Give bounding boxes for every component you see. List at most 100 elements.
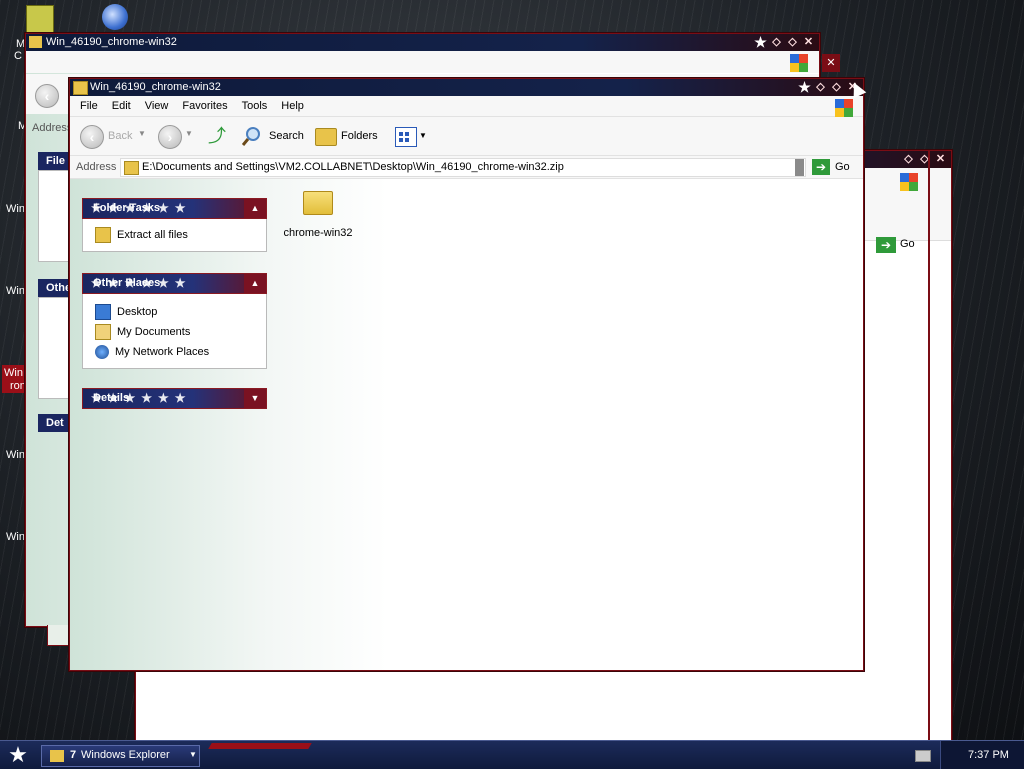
views-icon[interactable] <box>395 127 417 147</box>
menu-favorites[interactable]: Favorites <box>182 100 227 112</box>
window-edge <box>928 150 930 740</box>
star-icon: ★ <box>798 79 811 95</box>
details-panel: ★★★★★★ Details ▼ <box>82 388 267 409</box>
search-icon <box>241 126 262 146</box>
desktop-icon-label: Win <box>6 285 25 297</box>
task-link[interactable]: Extract all files <box>95 225 266 245</box>
windows-logo-icon <box>900 173 918 191</box>
folder-icon <box>73 81 88 95</box>
minimize-icon[interactable]: ◇ <box>902 153 915 166</box>
group-label: Windows Explorer <box>81 749 170 761</box>
menu-edit[interactable]: Edit <box>112 100 131 112</box>
flag-decoration <box>208 743 312 749</box>
desktop-icon-label: Win <box>6 531 25 543</box>
go-arrow-icon[interactable]: ➔ <box>812 159 830 175</box>
windows-logo-icon <box>790 54 808 72</box>
panel-title: Othe <box>46 282 72 294</box>
go-arrow-icon[interactable]: ➔ <box>876 237 896 253</box>
window-titlebar[interactable]: Win_46190_chrome-win32 ★ ◇ ◇ ✕ <box>70 79 863 96</box>
folder-icon <box>303 191 333 215</box>
network-places-icon <box>95 345 109 359</box>
place-label: My Documents <box>117 326 191 338</box>
minimize-icon[interactable]: ◇ <box>770 36 783 49</box>
up-folder-icon[interactable]: ⤴ <box>207 126 227 146</box>
panel-header[interactable]: ★★★★★★ Other Places ▲ <box>82 273 267 294</box>
panel-title: Details <box>93 392 130 404</box>
panel-header[interactable]: ★★★★★★ Folder Tasks ▲ <box>82 198 267 219</box>
place-link[interactable]: My Network Places <box>95 342 266 362</box>
clock[interactable]: 7:37 PM <box>968 749 1009 761</box>
explorer-window[interactable]: Win_46190_chrome-win32 ★ ◇ ◇ ✕ File Edit… <box>69 78 864 671</box>
place-label: My Network Places <box>115 346 210 358</box>
chrome-shortcut-icon[interactable] <box>102 4 128 30</box>
keyboard-tray-icon[interactable] <box>915 750 931 762</box>
menu-help[interactable]: Help <box>281 100 304 112</box>
forward-arrow-icon[interactable]: › <box>158 125 182 149</box>
close-icon[interactable]: ✕ <box>934 153 947 166</box>
panel-body: Extract all files <box>82 219 267 252</box>
folder-icon <box>50 750 64 762</box>
go-button[interactable]: Go <box>835 161 850 173</box>
panel-body: Desktop My Documents My Network Places <box>82 294 267 369</box>
desktop-icon-label: M <box>16 38 26 50</box>
panel-title: Folder Tasks <box>93 202 161 214</box>
taskbar-group-windows-explorer[interactable]: 7 Windows Explorer ▼ <box>41 745 200 767</box>
maximize-icon[interactable]: ◇ <box>830 81 843 94</box>
other-places-panel: ★★★★★★ Other Places ▲ Desktop My Documen… <box>82 273 267 369</box>
desktop-icon <box>95 304 111 320</box>
window-titlebar[interactable]: Win_46190_chrome-win32 ★ ◇ ◇ ✕ <box>26 34 819 51</box>
back-arrow-icon[interactable]: ‹ <box>80 125 104 149</box>
expand-icon[interactable]: ▼ <box>244 389 266 408</box>
menu-file[interactable]: File <box>80 100 98 112</box>
collapse-icon[interactable]: ▲ <box>244 274 266 293</box>
back-arrow-icon[interactable]: ‹ <box>35 84 59 108</box>
desktop-icon-label: ron <box>10 380 26 392</box>
maximize-icon[interactable]: ◇ <box>786 36 799 49</box>
address-input[interactable]: E:\Documents and Settings\VM2.COLLABNET\… <box>120 158 806 177</box>
file-item[interactable]: chrome-win32 <box>278 191 358 239</box>
collapse-icon[interactable]: ▲ <box>244 199 266 218</box>
address-dropdown-handle[interactable] <box>795 159 804 176</box>
menu-area <box>26 51 819 73</box>
place-link[interactable]: Desktop <box>95 302 266 322</box>
desktop-shortcut-icon[interactable] <box>26 5 54 33</box>
back-button[interactable]: Back <box>108 130 132 142</box>
chevron-down-icon[interactable]: ▼ <box>185 129 193 138</box>
chevron-down-icon[interactable]: ▼ <box>419 131 427 140</box>
desktop-icon-label: Win <box>4 367 23 379</box>
minimize-icon[interactable]: ◇ <box>814 81 827 94</box>
windows-logo-icon <box>835 99 853 117</box>
toolbar: ‹ Back ▼ › ▼ ⤴ Search Folders ▼ <box>70 117 863 156</box>
group-count: 7 <box>70 749 77 761</box>
chevron-down-icon: ▼ <box>189 750 197 759</box>
menu-view[interactable]: View <box>145 100 169 112</box>
folder-icon <box>29 36 42 48</box>
close-icon[interactable]: ✕ <box>802 36 815 49</box>
desktop-icon-label: Win <box>6 449 25 461</box>
address-bar: Address E:\Documents and Settings\VM2.CO… <box>70 156 863 179</box>
chevron-down-icon[interactable]: ▼ <box>138 129 146 138</box>
panel-title: Other Places <box>93 277 161 289</box>
zip-folder-icon <box>124 161 139 175</box>
go-button[interactable]: Go <box>900 238 915 250</box>
taskbar: ★ 7 Windows Explorer ▼ 7:37 PM <box>0 740 1024 769</box>
desktop-icon-label: Win <box>6 203 25 215</box>
address-label: Address <box>76 161 117 173</box>
panel-header[interactable]: ★★★★★★ Details ▼ <box>82 388 267 409</box>
close-icon[interactable]: ✕ <box>822 54 840 72</box>
panel-title: File <box>46 155 65 167</box>
task-label: Extract all files <box>117 229 188 241</box>
desktop-icon-label: C <box>14 50 22 62</box>
my-documents-icon <box>95 324 111 340</box>
window-title: Win_46190_chrome-win32 <box>46 36 177 48</box>
search-button[interactable]: Search <box>269 130 304 142</box>
extract-icon <box>95 227 111 243</box>
menu-bar: File Edit View Favorites Tools Help <box>70 96 863 117</box>
start-button[interactable]: ★ <box>6 743 30 767</box>
window-title: Win_46190_chrome-win32 <box>90 81 221 93</box>
address-value: E:\Documents and Settings\VM2.COLLABNET\… <box>142 161 564 173</box>
place-link[interactable]: My Documents <box>95 322 266 342</box>
folders-button[interactable]: Folders <box>341 130 378 142</box>
folder-tasks-panel: ★★★★★★ Folder Tasks ▲ Extract all files <box>82 198 267 252</box>
menu-tools[interactable]: Tools <box>242 100 268 112</box>
